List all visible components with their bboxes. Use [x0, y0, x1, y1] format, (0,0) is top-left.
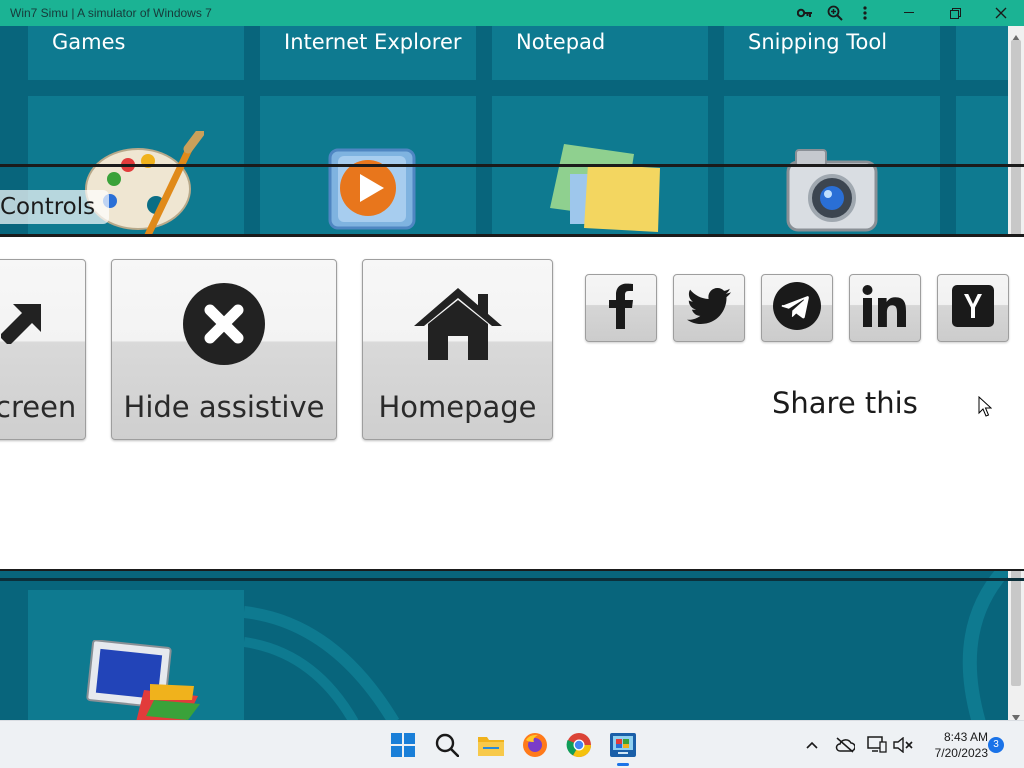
- restore-button[interactable]: [932, 0, 978, 26]
- decorative-rings: [244, 606, 400, 720]
- clock-date: 7/20/2023: [934, 746, 988, 760]
- notification-badge[interactable]: 3: [988, 737, 1004, 753]
- tile-label-internet-explorer[interactable]: Internet Explorer: [284, 30, 462, 54]
- taskbar: 8:43 AM 7/20/2023 3: [0, 720, 1024, 768]
- close-circle-icon: [182, 282, 266, 366]
- share-this-label: Share this: [772, 386, 918, 420]
- chrome-icon[interactable]: [563, 729, 595, 761]
- tile-label-snipping-tool[interactable]: Snipping Tool: [748, 30, 887, 54]
- media-player-icon[interactable]: [326, 146, 418, 237]
- share-facebook-button[interactable]: [585, 274, 657, 342]
- close-button[interactable]: [978, 0, 1024, 26]
- arrow-up-right-icon: [1, 282, 41, 366]
- taskbar-clock[interactable]: 8:43 AM 7/20/2023: [918, 729, 988, 761]
- decorative-rings: [962, 566, 1008, 720]
- paint-palette-icon[interactable]: [84, 128, 205, 244]
- start-icon[interactable]: [387, 729, 419, 761]
- window-title: Win7 Simu | A simulator of Windows 7: [10, 6, 212, 20]
- share-linkedin-button[interactable]: [849, 274, 921, 342]
- speaker-muted-icon[interactable]: [891, 733, 915, 757]
- fullscreen-label: creen: [0, 390, 77, 424]
- zoom-icon[interactable]: [820, 0, 850, 26]
- home-icon: [413, 282, 502, 366]
- fullscreen-button[interactable]: creen: [0, 259, 86, 440]
- twitter-icon: [687, 287, 731, 329]
- tile-label-notepad[interactable]: Notepad: [516, 30, 605, 54]
- controls-label: Controls: [0, 190, 110, 224]
- divider: [0, 164, 1024, 167]
- firefox-icon[interactable]: [519, 729, 551, 761]
- y-combinator-icon: [952, 284, 994, 332]
- share-twitter-button[interactable]: [673, 274, 745, 342]
- clock-time: 8:43 AM: [943, 730, 988, 744]
- app-tile[interactable]: [956, 96, 1008, 238]
- telegram-icon: [773, 281, 821, 335]
- homepage-button[interactable]: Homepage: [362, 259, 553, 440]
- chevron-up-icon[interactable]: [800, 733, 824, 757]
- linkedin-icon: [862, 284, 908, 332]
- key-icon[interactable]: [790, 0, 820, 26]
- tile-label-games[interactable]: Games: [52, 30, 125, 54]
- share-hackernews-button[interactable]: [937, 274, 1009, 342]
- hide-assistive-label: Hide assistive: [123, 390, 325, 424]
- search-icon[interactable]: [431, 729, 463, 761]
- sticky-notes-icon[interactable]: [548, 144, 666, 239]
- minimize-button[interactable]: [886, 0, 932, 26]
- divider: [0, 578, 1024, 581]
- mouse-cursor-icon: [978, 396, 992, 417]
- cloud-off-icon[interactable]: [833, 733, 857, 757]
- facebook-icon: [608, 283, 634, 334]
- camera-icon[interactable]: [784, 146, 880, 243]
- hide-assistive-button[interactable]: Hide assistive: [111, 259, 337, 440]
- win7simu-icon[interactable]: [607, 729, 639, 761]
- active-app-indicator: [617, 763, 629, 766]
- display-color-icon[interactable]: [84, 639, 204, 720]
- title-bar: Win7 Simu | A simulator of Windows 7: [0, 0, 1024, 26]
- more-icon[interactable]: [850, 0, 880, 26]
- share-telegram-button[interactable]: [761, 274, 833, 342]
- tile-bg: [956, 26, 1008, 80]
- monitor-icon[interactable]: [865, 733, 889, 757]
- file-explorer-icon[interactable]: [475, 729, 507, 761]
- homepage-label: Homepage: [378, 390, 537, 424]
